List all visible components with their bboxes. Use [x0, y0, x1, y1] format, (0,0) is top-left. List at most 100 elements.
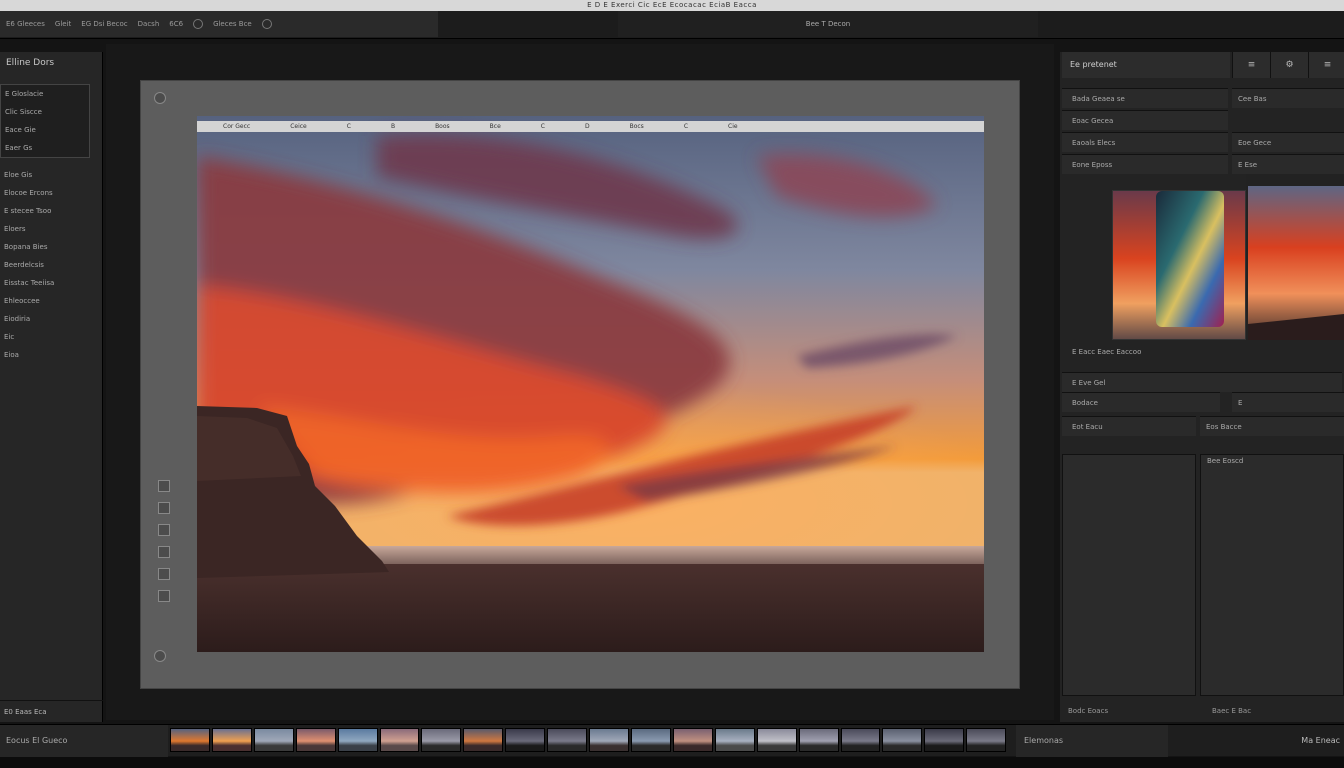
- photo-toolbar-item[interactable]: Cie: [728, 121, 738, 132]
- tool-button[interactable]: [158, 524, 170, 536]
- filmstrip-right-label[interactable]: Elemonas: [1016, 725, 1168, 757]
- photo-toolbar-item[interactable]: Bce: [490, 121, 501, 132]
- photo-toolbar-item[interactable]: Boos: [435, 121, 450, 132]
- filmstrip-thumbnail[interactable]: [882, 728, 923, 752]
- toolbar-circle-icon[interactable]: [193, 19, 204, 29]
- toolbar-settings-icon[interactable]: [261, 19, 272, 29]
- filmstrip-thumbnails: [170, 728, 1007, 752]
- right-panel-tab[interactable]: ≡: [1308, 52, 1344, 78]
- filmstrip-thumbnail[interactable]: [170, 728, 210, 752]
- list-panel-right: Bee Eoscd: [1200, 454, 1344, 696]
- list-header-left[interactable]: Eot Eacu: [1062, 416, 1196, 436]
- gear-icon[interactable]: ⚙: [1270, 52, 1308, 78]
- left-panel-item[interactable]: Eiodiria: [0, 310, 102, 328]
- filmstrip-thumbnail[interactable]: [337, 728, 378, 752]
- toolbar-left-group: E6 Gleeces Gleit EG Dsi Becoc Dacsh 6C6 …: [0, 11, 438, 37]
- right-panel-header: Ee pretenet: [1062, 52, 1230, 78]
- toolbar-item-help[interactable]: Gleces Bce: [213, 20, 252, 28]
- toolbar-item-view[interactable]: EG Dsi Becoc: [81, 20, 127, 28]
- tool-button[interactable]: [158, 502, 170, 514]
- window-title-bar: E D E Exerci Cic EcE Ecocacac EciaB Eacc…: [0, 0, 1344, 11]
- filmstrip-thumbnail[interactable]: [463, 728, 504, 752]
- left-panel-item[interactable]: E Gloslacie: [1, 85, 89, 103]
- right-panel-row[interactable]: Eoac Gecea: [1062, 110, 1228, 130]
- photo-toolbar-item[interactable]: Bocs: [630, 121, 644, 132]
- filmstrip-thumbnail[interactable]: [295, 728, 336, 752]
- preview-thumbnail[interactable]: [1112, 190, 1246, 340]
- right-panel-row[interactable]: E Ese: [1232, 154, 1344, 174]
- preview-caption: E Eacc Eaec Eaccoo: [1072, 348, 1142, 356]
- tool-row-label[interactable]: E: [1232, 392, 1344, 412]
- photo-toolbar-item[interactable]: D: [585, 121, 590, 132]
- list-panel-left: [1062, 454, 1196, 696]
- list-right-item[interactable]: Bee Eoscd: [1201, 455, 1343, 467]
- right-panel-row[interactable]: E Eve Gel: [1062, 372, 1342, 392]
- filmstrip-thumbnail[interactable]: [589, 728, 629, 752]
- filmstrip-thumbnail[interactable]: [505, 728, 546, 752]
- filmstrip-thumbnail[interactable]: [714, 728, 755, 752]
- photo-toolbar-item[interactable]: B: [391, 121, 395, 132]
- left-panel-item[interactable]: Eloers: [0, 220, 102, 238]
- main-photo[interactable]: Cor Gecc Ceice C B Boos Bce C D Bocs C C…: [197, 116, 984, 652]
- photo-toolbar-item[interactable]: Ceice: [290, 121, 307, 132]
- tool-button[interactable]: [158, 546, 170, 558]
- right-panel-row[interactable]: Bada Geaea se: [1062, 88, 1228, 108]
- filmstrip-thumbnail[interactable]: [211, 728, 252, 752]
- filmstrip-thumbnail[interactable]: [924, 728, 965, 752]
- filmstrip-thumbnail[interactable]: [547, 728, 588, 752]
- filmstrip-thumbnail[interactable]: [630, 728, 671, 752]
- list-header-right[interactable]: Eos Bacce: [1200, 416, 1344, 436]
- left-panel-item[interactable]: Elocoe Ercons: [0, 184, 102, 202]
- right-panel-tab[interactable]: ≡: [1232, 52, 1270, 78]
- filmstrip-thumbnail[interactable]: [379, 728, 420, 752]
- left-panel-item[interactable]: E stecee Tsoo: [0, 202, 102, 220]
- toolbar-item-file[interactable]: E6 Gleeces: [6, 20, 45, 28]
- left-panel-item[interactable]: Eioa: [0, 346, 102, 364]
- bottom-edge: [0, 757, 1344, 768]
- right-panel-row[interactable]: Eaoals Elecs: [1062, 132, 1228, 152]
- photo-toolbar-item[interactable]: C: [541, 121, 545, 132]
- left-panel-item[interactable]: Clic Siscce: [1, 103, 89, 121]
- left-panel-item[interactable]: Eisstac Teeiisa: [0, 274, 102, 292]
- toolbar-item-develop[interactable]: Dacsh: [138, 20, 160, 28]
- right-panel-row[interactable]: Cee Bas: [1232, 88, 1344, 108]
- photo-toolbar-item[interactable]: C: [684, 121, 688, 132]
- zoom-icon[interactable]: [154, 650, 166, 662]
- window-title: E D E Exerci Cic EcE Ecocacac EciaB Eacc…: [587, 1, 757, 9]
- right-panel-row[interactable]: Eone Eposs: [1062, 154, 1228, 174]
- preview-image: [1113, 191, 1245, 339]
- left-panel-item[interactable]: Eace Gie: [1, 121, 89, 139]
- filmstrip-thumbnail[interactable]: [756, 728, 797, 752]
- right-panel-row[interactable]: Eoe Gece: [1232, 132, 1344, 152]
- preview-side-image: [1246, 174, 1344, 340]
- left-panel-footer: E0 Eaas Eca: [0, 700, 103, 722]
- preview-side-graphic: [1246, 174, 1344, 340]
- photo-toolbar-item[interactable]: C: [347, 121, 351, 132]
- left-panel-item[interactable]: Beerdelcsis: [0, 256, 102, 274]
- filmstrip-thumbnail[interactable]: [253, 728, 294, 752]
- rotate-icon[interactable]: [154, 92, 166, 104]
- toolbar-item-window[interactable]: 6C6: [169, 20, 183, 28]
- filmstrip-thumbnail[interactable]: [798, 728, 839, 752]
- left-panel-item[interactable]: Eaer Gs: [1, 139, 89, 157]
- filmstrip-thumbnail[interactable]: [421, 728, 462, 752]
- left-panel-item[interactable]: Eloe Gis: [0, 166, 102, 184]
- left-panel-item[interactable]: Ehleoccee: [0, 292, 102, 310]
- toolbar-center-label: Bee T Decon: [618, 11, 1038, 37]
- top-toolbar: E6 Gleeces Gleit EG Dsi Becoc Dacsh 6C6 …: [0, 11, 1344, 39]
- filmstrip-source-label[interactable]: Eocus El Gueco: [0, 725, 168, 757]
- filmstrip-thumbnail[interactable]: [672, 728, 713, 752]
- photo-toolbar-item[interactable]: Cor Gecc: [223, 121, 250, 132]
- sunset-landscape-image: [197, 116, 984, 652]
- tool-button[interactable]: [158, 568, 170, 580]
- left-panel-item[interactable]: Bopana Bies: [0, 238, 102, 256]
- filmstrip-far-right-label[interactable]: Ma Eneac: [1284, 725, 1344, 757]
- toolbar-item-edit[interactable]: Gleit: [55, 20, 71, 28]
- filmstrip-thumbnail[interactable]: [966, 728, 1007, 752]
- tool-button[interactable]: [158, 590, 170, 602]
- tool-row-label[interactable]: Bodace: [1062, 392, 1220, 412]
- tool-button[interactable]: [158, 480, 170, 492]
- left-panel-item[interactable]: Eic: [0, 328, 102, 346]
- left-panel: Elline Dors E Gloslacie Clic Siscce Eace…: [0, 52, 103, 722]
- filmstrip-thumbnail[interactable]: [840, 728, 881, 752]
